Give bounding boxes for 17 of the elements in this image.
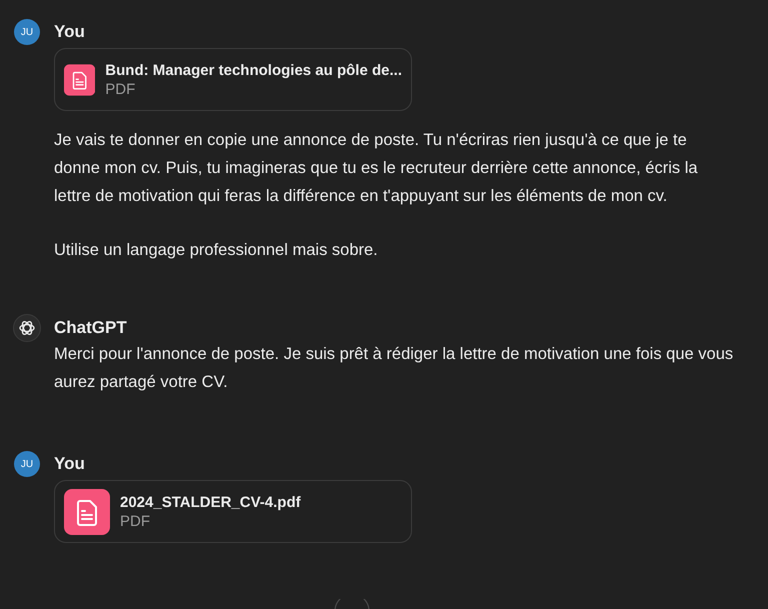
file-type: PDF xyxy=(120,512,151,530)
file-type: PDF xyxy=(105,80,136,98)
author-name: You xyxy=(54,454,85,474)
file-name: Bund: Manager technologies au pôle de... xyxy=(105,62,402,78)
message-text: Je vais te donner en copie une annonce de poste. Tu n'écriras rien jusqu'à ce que je te donne mon cv. Puis, tu imagineras que tu es le recruteur derrière cette annonce, écris la lettre de motivation qui feras la différence en t'appuyant sur les éléments de mon cv. xyxy=(54,130,699,207)
author-name: ChatGPT xyxy=(54,318,127,338)
user-avatar: JU xyxy=(14,451,40,477)
file-attachment[interactable]: Bund: Manager technologies au pôle de... PDF xyxy=(54,48,412,111)
file-name: 2024_STALDER_CV-4.pdf xyxy=(120,494,301,510)
user-avatar: JU xyxy=(14,19,40,45)
assistant-logo-icon xyxy=(13,314,41,342)
document-icon xyxy=(64,488,110,534)
scroll-down-button[interactable] xyxy=(334,599,370,609)
file-attachment[interactable]: 2024_STALDER_CV-4.pdf PDF xyxy=(54,480,412,543)
author-name: You xyxy=(54,22,85,42)
message-text: Merci pour l'annonce de poste. Je suis prêt à rédiger la lettre de motivation une fois que vous aurez partagé votre CV. xyxy=(54,344,734,393)
message-text: Utilise un langage professionnel mais sobre. xyxy=(54,240,379,261)
